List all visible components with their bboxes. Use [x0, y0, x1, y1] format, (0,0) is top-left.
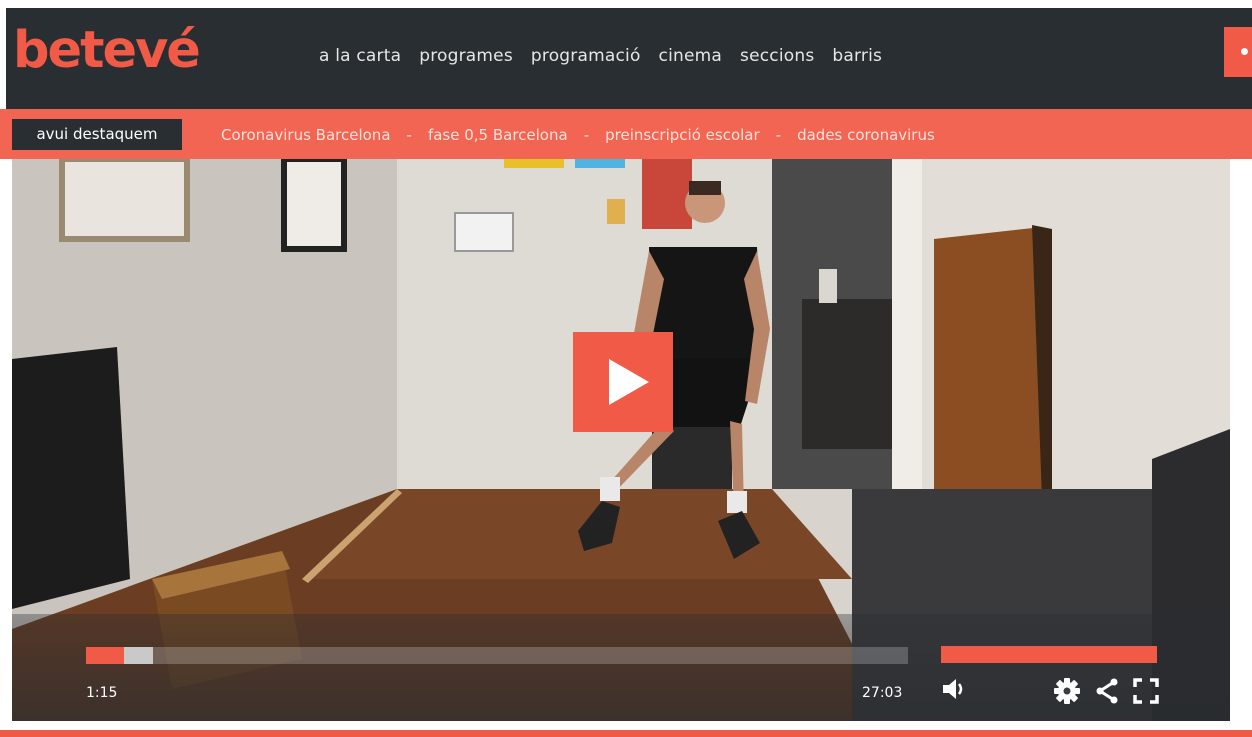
player-controls: 1:15 27:03 [12, 614, 1230, 721]
highlight-links: Coronavirus Barcelona - fase 0,5 Barcelo… [221, 126, 935, 144]
nav-item-programacio[interactable]: programació [531, 46, 641, 66]
highlight-link-fase-0-5[interactable]: fase 0,5 Barcelona [428, 126, 568, 144]
play-icon [609, 359, 649, 405]
volume-slider[interactable] [941, 646, 1157, 663]
site-header: betevé a la carta programes programació … [6, 8, 1252, 109]
volume-icon[interactable] [941, 677, 967, 701]
duration-time: 27:03 [862, 685, 903, 701]
progress-bar[interactable] [86, 647, 908, 664]
highlight-link-coronavirus-barcelona[interactable]: Coronavirus Barcelona [221, 126, 391, 144]
search-icon [1241, 48, 1248, 55]
nav-item-barris[interactable]: barris [832, 46, 882, 66]
volume-level [941, 646, 1157, 663]
highlight-link-dades-coronavirus[interactable]: dades coronavirus [797, 126, 935, 144]
betеve-logo[interactable]: betevé [13, 16, 201, 86]
fullscreen-icon[interactable] [1133, 678, 1159, 704]
search-button[interactable] [1224, 27, 1252, 77]
nav-item-seccions[interactable]: seccions [740, 46, 814, 66]
avui-destaquem-badge: avui destaquem [12, 119, 182, 150]
separator: - [775, 126, 782, 144]
nav-item-cinema[interactable]: cinema [659, 46, 722, 66]
nav-item-a-la-carta[interactable]: a la carta [319, 46, 401, 66]
share-icon[interactable] [1094, 678, 1120, 704]
separator: - [583, 126, 590, 144]
play-button[interactable] [573, 332, 673, 432]
highlights-bar: avui destaquem Coronavirus Barcelona - f… [0, 109, 1252, 159]
bottom-accent-strip [0, 730, 1252, 737]
video-player[interactable]: 1:15 27:03 [12, 159, 1230, 721]
nav-item-programes[interactable]: programes [419, 46, 513, 66]
main-nav: a la carta programes programació cinema … [319, 46, 882, 66]
current-time: 1:15 [86, 685, 118, 701]
progress-played [86, 647, 124, 664]
separator: - [406, 126, 412, 144]
gear-icon[interactable] [1054, 678, 1080, 704]
highlight-link-preinscripcio[interactable]: preinscripció escolar [605, 126, 760, 144]
